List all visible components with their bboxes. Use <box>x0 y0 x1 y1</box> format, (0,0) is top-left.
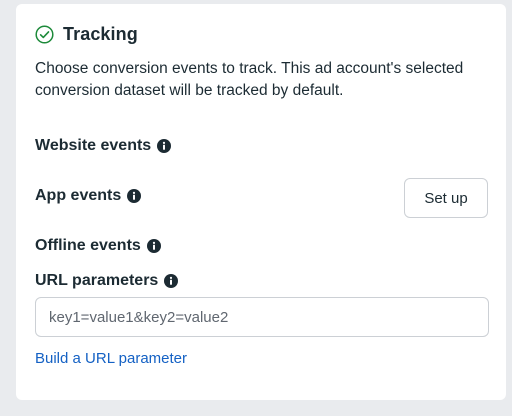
website-events-label: Website events <box>35 137 152 154</box>
url-parameters-label: URL parameters <box>35 272 159 289</box>
build-url-parameter-link[interactable]: Build a URL parameter <box>35 350 187 367</box>
check-circle-icon <box>35 25 54 44</box>
info-icon[interactable] <box>146 239 161 253</box>
info-icon[interactable] <box>157 139 172 153</box>
offline-events-label: Offline events <box>35 237 141 254</box>
url-parameters-row: URL parameters <box>35 272 179 290</box>
section-description: Choose conversion events to track. This … <box>35 60 464 99</box>
info-icon[interactable] <box>127 189 142 203</box>
offline-events-row: Offline events <box>35 237 161 255</box>
website-events-row: Website events <box>35 137 172 155</box>
set-up-button[interactable]: Set up <box>404 178 488 218</box>
section-title: Tracking <box>63 24 138 44</box>
tracking-card: Tracking Choose conversion events to tra… <box>16 4 506 400</box>
url-parameters-input[interactable] <box>35 297 489 337</box>
tracking-header: Tracking <box>35 24 138 45</box>
app-events-label: App events <box>35 187 122 204</box>
info-icon[interactable] <box>164 274 179 288</box>
app-events-row: App events <box>35 187 142 205</box>
